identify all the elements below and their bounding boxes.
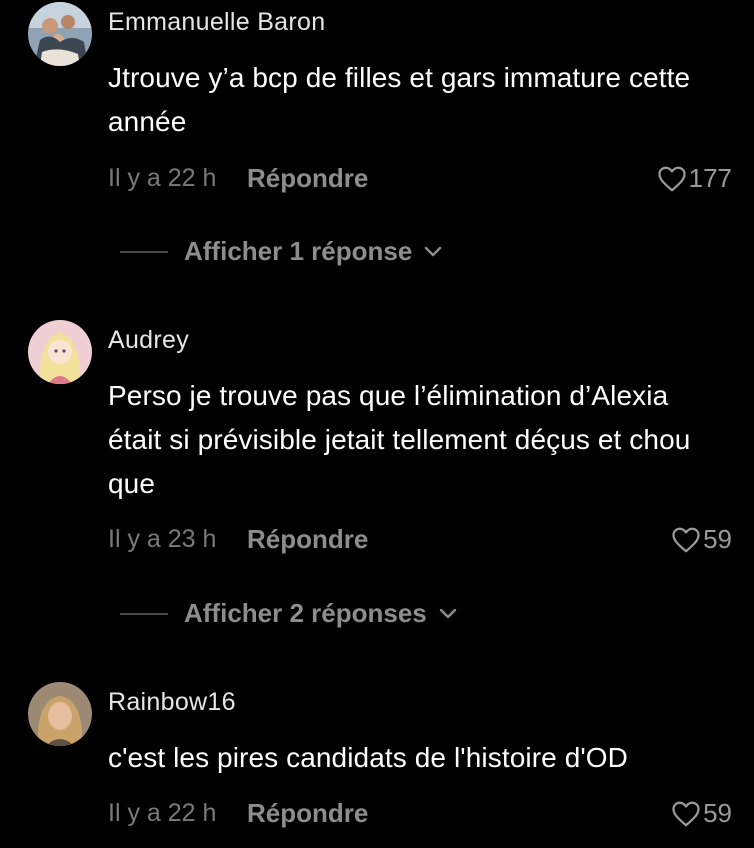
divider-line <box>120 612 168 615</box>
view-replies-button[interactable]: Afficher 1 réponse <box>120 236 442 267</box>
user-photo-icon <box>28 320 92 384</box>
like-count: 59 <box>703 524 732 554</box>
avatar[interactable] <box>28 682 92 746</box>
view-replies-label: Afficher 1 réponse <box>184 236 413 266</box>
reply-button[interactable]: Répondre <box>247 524 368 555</box>
like-count: 177 <box>688 163 732 193</box>
comment-text: Perso je trouve pas que l’élimination d’… <box>108 380 691 499</box>
comment-username[interactable]: Emmanuelle Baron <box>108 8 325 37</box>
like-button[interactable]: 177 <box>657 163 732 194</box>
user-photo-icon <box>28 682 92 746</box>
comment-timestamp: Il y a 23 h <box>108 525 217 553</box>
comment-text: c'est les pires candidats de l'histoire … <box>108 742 629 773</box>
heart-icon <box>672 801 700 826</box>
view-replies-button[interactable]: Afficher 2 réponses <box>120 598 457 629</box>
like-button[interactable]: 59 <box>671 524 732 555</box>
avatar[interactable] <box>28 320 92 384</box>
avatar[interactable] <box>28 2 92 66</box>
comment-username[interactable]: Audrey <box>108 326 189 355</box>
reply-button[interactable]: Répondre <box>247 798 368 829</box>
heart-icon <box>672 527 700 552</box>
comment-username[interactable]: Rainbow16 <box>108 688 236 717</box>
chevron-down-icon <box>439 608 457 620</box>
heart-icon <box>657 166 686 191</box>
like-button[interactable]: 59 <box>671 798 732 829</box>
reply-button[interactable]: Répondre <box>247 163 368 194</box>
divider-line <box>120 250 168 253</box>
user-photo-icon <box>28 2 92 66</box>
chevron-down-icon <box>424 246 442 258</box>
like-count: 59 <box>703 798 732 828</box>
comment-text: Jtrouve y’a bcp de filles et gars immatu… <box>108 62 691 137</box>
comment-timestamp: Il y a 22 h <box>108 799 217 827</box>
view-replies-label: Afficher 2 réponses <box>184 598 427 628</box>
comment-timestamp: Il y a 22 h <box>108 164 217 192</box>
